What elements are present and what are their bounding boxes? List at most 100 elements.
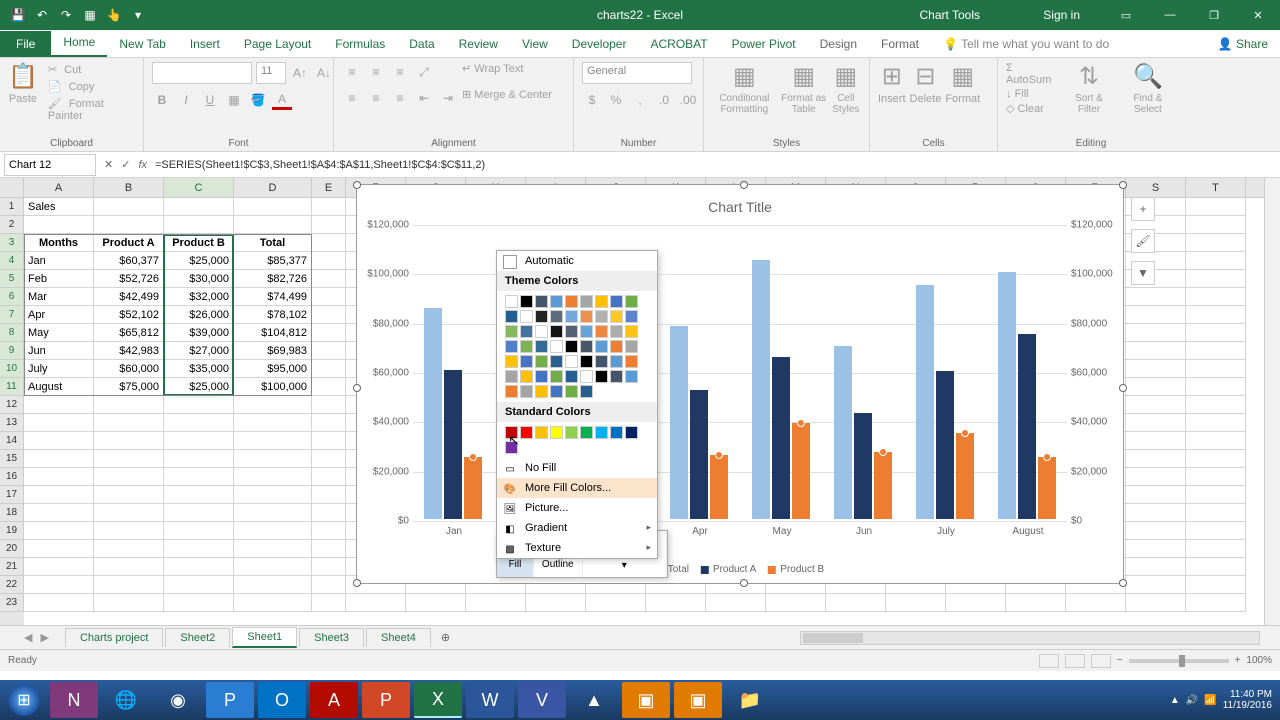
align-bot-icon[interactable]: ≡ bbox=[390, 62, 410, 82]
bar-Total[interactable] bbox=[834, 346, 852, 519]
cell[interactable] bbox=[1126, 450, 1186, 468]
color-swatch[interactable] bbox=[535, 340, 548, 353]
color-swatch[interactable] bbox=[610, 355, 623, 368]
color-swatch[interactable] bbox=[550, 340, 563, 353]
taskbar-app[interactable]: P bbox=[206, 682, 254, 718]
texture-fill[interactable]: ▩Texture▸ bbox=[497, 538, 657, 558]
tab-formulas[interactable]: Formulas bbox=[323, 31, 397, 57]
cell[interactable]: $74,499 bbox=[234, 288, 312, 306]
bar-Product A[interactable] bbox=[1018, 334, 1036, 519]
color-swatch[interactable] bbox=[565, 295, 578, 308]
color-swatch[interactable] bbox=[520, 295, 533, 308]
color-swatch[interactable] bbox=[535, 385, 548, 398]
cell[interactable] bbox=[234, 198, 312, 216]
tell-me[interactable]: 💡 Tell me what you want to do bbox=[931, 31, 1206, 57]
grow-font-icon[interactable]: A↑ bbox=[290, 63, 310, 83]
color-swatch[interactable] bbox=[505, 325, 518, 338]
zoom-in[interactable]: + bbox=[1235, 655, 1241, 666]
col-header[interactable]: T bbox=[1186, 178, 1246, 197]
chart-elements-button[interactable]: + bbox=[1131, 197, 1155, 221]
cell[interactable]: $65,812 bbox=[94, 324, 164, 342]
row-header[interactable]: 10 bbox=[0, 360, 24, 378]
cell[interactable] bbox=[1186, 468, 1246, 486]
cell[interactable] bbox=[1186, 270, 1246, 288]
delete-button[interactable]: ⊟Delete bbox=[910, 62, 942, 105]
cell[interactable] bbox=[94, 432, 164, 450]
cell-styles-button[interactable]: ▦Cell Styles bbox=[831, 62, 861, 115]
cell[interactable]: $52,102 bbox=[94, 306, 164, 324]
align-top-icon[interactable]: ≡ bbox=[342, 62, 362, 82]
color-swatch[interactable] bbox=[535, 310, 548, 323]
color-swatch[interactable] bbox=[505, 295, 518, 308]
cell[interactable] bbox=[312, 522, 346, 540]
cell[interactable]: $60,377 bbox=[94, 252, 164, 270]
color-swatch[interactable] bbox=[550, 370, 563, 383]
cell[interactable] bbox=[526, 594, 586, 612]
print-icon[interactable]: ▦ bbox=[80, 5, 100, 25]
cell[interactable]: Sales Report bbox=[24, 198, 94, 216]
cell[interactable] bbox=[1126, 576, 1186, 594]
taskbar-word[interactable]: W bbox=[466, 682, 514, 718]
cell[interactable]: August bbox=[24, 378, 94, 396]
color-swatch[interactable] bbox=[505, 385, 518, 398]
color-swatch[interactable] bbox=[580, 426, 593, 439]
color-swatch[interactable] bbox=[625, 310, 638, 323]
comma-icon[interactable]: , bbox=[630, 90, 650, 110]
cell[interactable] bbox=[312, 414, 346, 432]
cell[interactable] bbox=[164, 216, 234, 234]
cell[interactable]: Jan bbox=[24, 252, 94, 270]
cell[interactable] bbox=[164, 198, 234, 216]
cell[interactable] bbox=[1126, 396, 1186, 414]
cell[interactable] bbox=[234, 468, 312, 486]
cell[interactable] bbox=[312, 450, 346, 468]
cell[interactable]: $32,000 bbox=[164, 288, 234, 306]
taskbar-outlook[interactable]: O bbox=[258, 682, 306, 718]
sheet-tab-active[interactable]: Sheet1 bbox=[232, 627, 297, 648]
cell[interactable]: $52,726 bbox=[94, 270, 164, 288]
cell[interactable] bbox=[234, 504, 312, 522]
start-button[interactable]: ⊞ bbox=[2, 682, 46, 718]
color-swatch[interactable] bbox=[625, 370, 638, 383]
cell[interactable] bbox=[234, 594, 312, 612]
cell[interactable] bbox=[312, 198, 346, 216]
color-swatch[interactable] bbox=[625, 340, 638, 353]
cell[interactable] bbox=[1186, 234, 1246, 252]
cell[interactable] bbox=[1186, 594, 1246, 612]
cell[interactable] bbox=[24, 576, 94, 594]
cell[interactable]: $25,000 bbox=[164, 252, 234, 270]
tab-home[interactable]: Home bbox=[51, 29, 107, 57]
color-swatch[interactable] bbox=[520, 325, 533, 338]
tab-view[interactable]: View bbox=[510, 31, 560, 57]
cell[interactable] bbox=[1186, 486, 1246, 504]
cell[interactable] bbox=[766, 594, 826, 612]
cell[interactable] bbox=[24, 558, 94, 576]
cell[interactable] bbox=[1186, 504, 1246, 522]
autosum-button[interactable]: Σ AutoSum bbox=[1006, 62, 1058, 86]
cell[interactable]: Total bbox=[234, 234, 312, 252]
cell[interactable] bbox=[1126, 414, 1186, 432]
taskbar-powerpoint[interactable]: P bbox=[362, 682, 410, 718]
view-pagebreak[interactable] bbox=[1091, 654, 1111, 668]
color-swatch[interactable] bbox=[505, 441, 518, 454]
tab-insert[interactable]: Insert bbox=[178, 31, 232, 57]
color-swatch[interactable] bbox=[610, 295, 623, 308]
color-swatch[interactable] bbox=[505, 426, 518, 439]
cell[interactable] bbox=[1186, 216, 1246, 234]
cell[interactable] bbox=[164, 432, 234, 450]
cell[interactable] bbox=[312, 324, 346, 342]
sheet-tab[interactable]: Charts project bbox=[65, 628, 163, 647]
cell[interactable] bbox=[312, 252, 346, 270]
picture-fill[interactable]: 🖼Picture... bbox=[497, 498, 657, 518]
cell[interactable] bbox=[312, 540, 346, 558]
cell[interactable] bbox=[164, 522, 234, 540]
taskbar-app[interactable]: ▣ bbox=[674, 682, 722, 718]
cell[interactable] bbox=[1186, 306, 1246, 324]
row-header[interactable]: 19 bbox=[0, 522, 24, 540]
color-swatch[interactable] bbox=[505, 310, 518, 323]
inc-indent-icon[interactable]: ⇥ bbox=[438, 88, 458, 108]
color-swatch[interactable] bbox=[610, 370, 623, 383]
tab-data[interactable]: Data bbox=[397, 31, 446, 57]
cell[interactable] bbox=[24, 432, 94, 450]
cell[interactable] bbox=[312, 288, 346, 306]
color-swatch[interactable] bbox=[520, 340, 533, 353]
